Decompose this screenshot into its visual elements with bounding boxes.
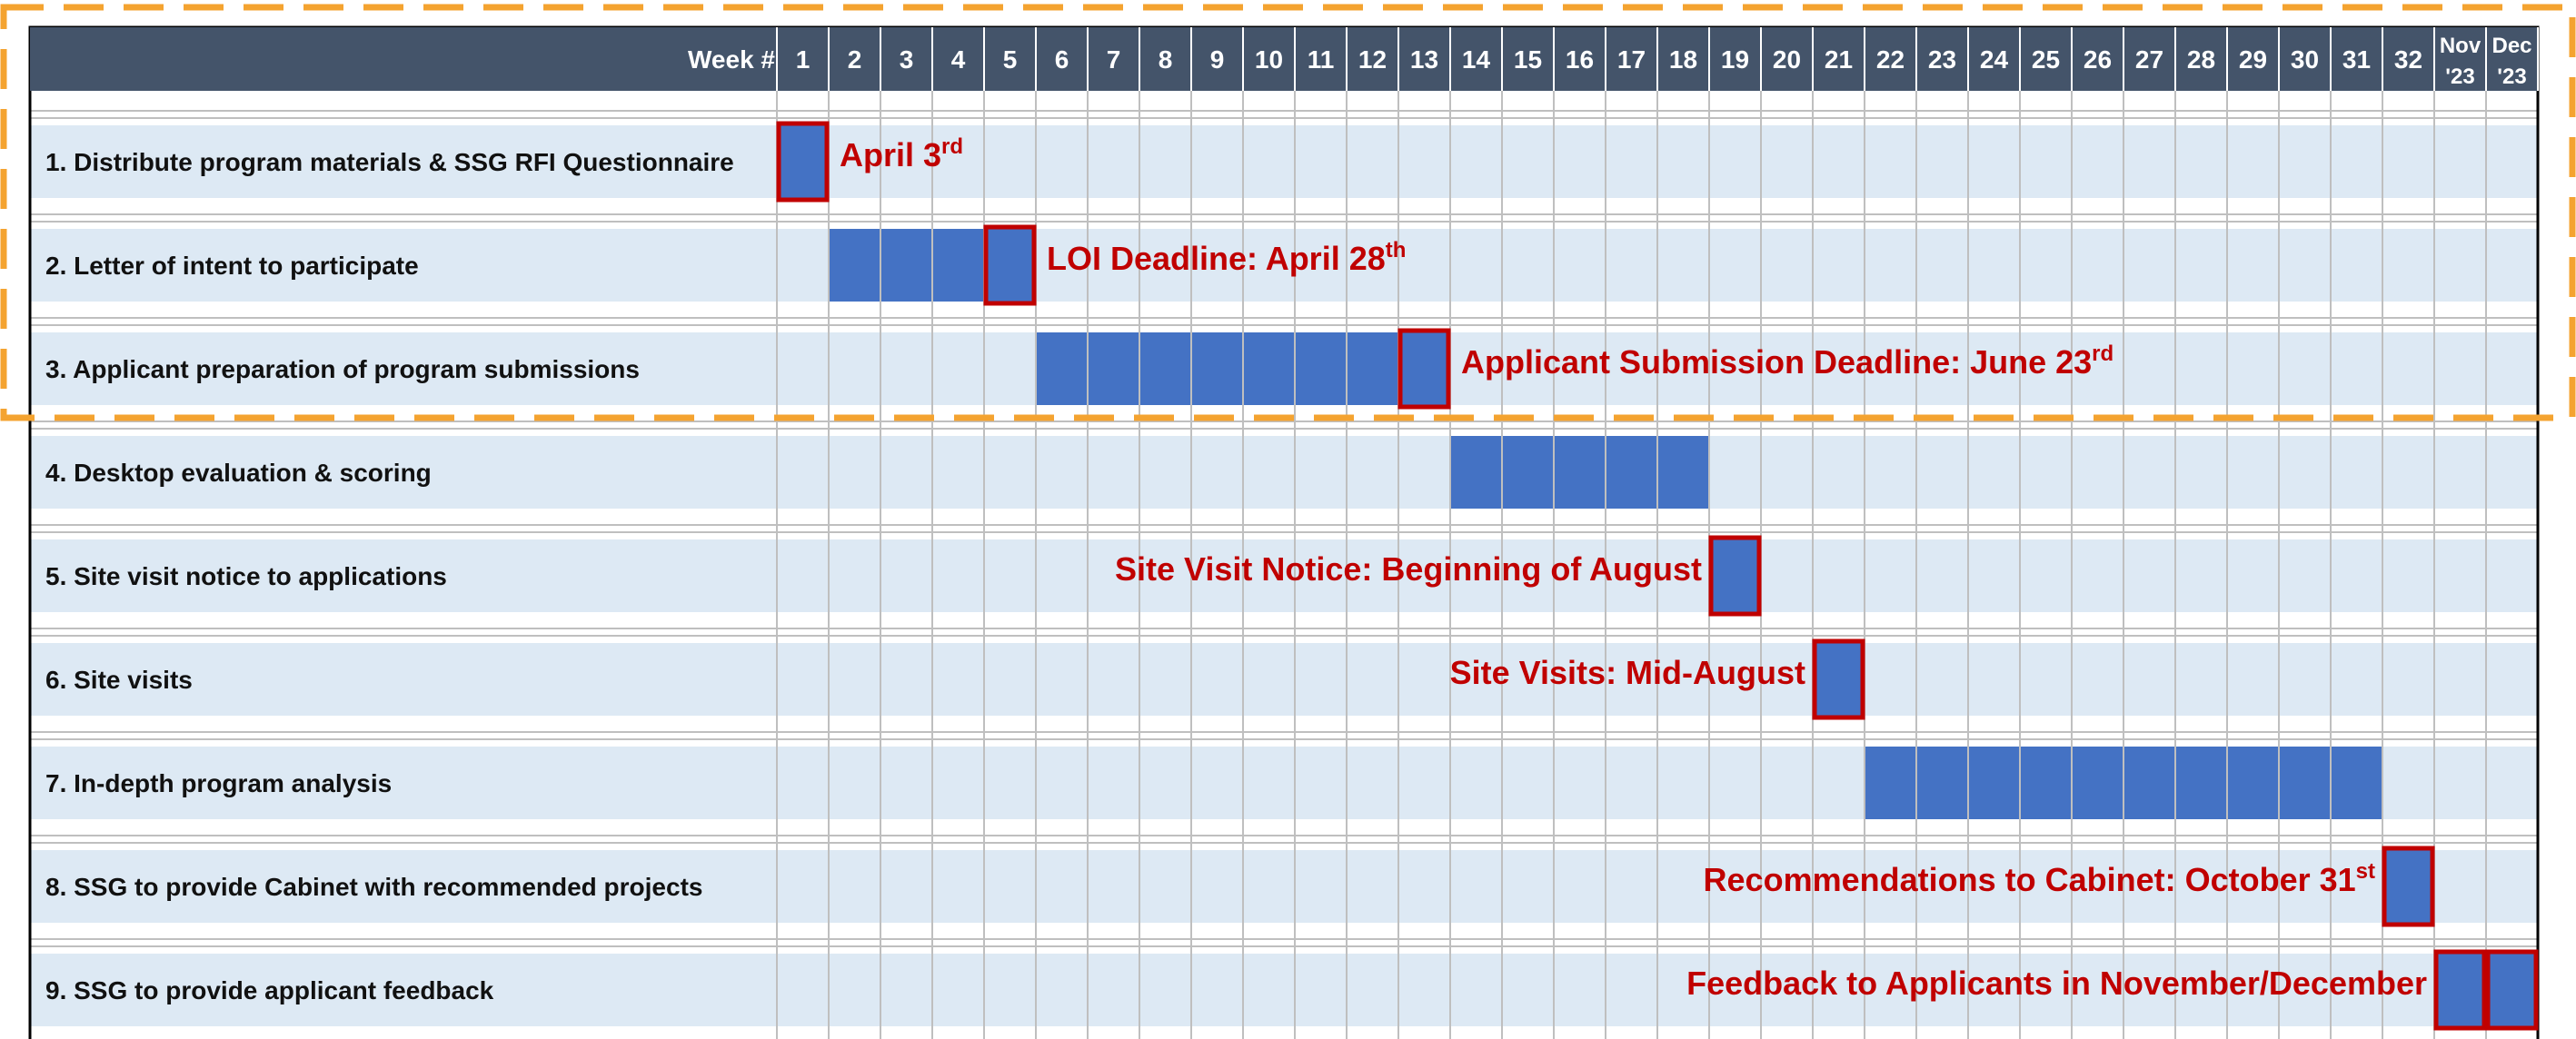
annotation-text: Site Visit Notice: Beginning of August	[1115, 550, 1702, 588]
week-column-label: 17	[1617, 45, 1646, 74]
week-column-label: 20	[1773, 45, 1801, 74]
week-column-label: 7	[1107, 45, 1121, 74]
week-column-label: Nov	[2440, 34, 2482, 58]
week-column-label: 22	[1876, 45, 1905, 74]
annotation-superscript: rd	[941, 134, 963, 159]
week-column-label: 10	[1255, 45, 1283, 74]
annotation-superscript: st	[2356, 859, 2375, 884]
task-bar	[777, 125, 829, 198]
week-column-label: 32	[2394, 45, 2422, 74]
week-column-label: 19	[1721, 45, 1749, 74]
milestone-annotation: Feedback to Applicants in November/Decem…	[1686, 965, 2427, 1002]
week-column-label: 21	[1825, 45, 1853, 74]
week-column-label: 15	[1514, 45, 1542, 74]
annotation-text: Recommendations to Cabinet: October 31	[1704, 861, 2356, 898]
week-column-label: 4	[951, 45, 966, 74]
week-column-label: 8	[1159, 45, 1173, 74]
annotation-text: Site Visits: Mid-August	[1450, 654, 1805, 691]
task-bar	[1709, 539, 1761, 612]
week-column-label: Dec	[2491, 34, 2531, 58]
header-label: Week #	[688, 45, 775, 74]
week-column-label: 12	[1358, 45, 1387, 74]
annotation-superscript: rd	[2092, 341, 2114, 366]
week-column-label: 18	[1669, 45, 1697, 74]
header-row: Week # 1 2 3 4 5 6 7 8 9 10 11 12 13 14 15 16 17 18 19 20 21…	[30, 27, 2539, 91]
week-column-label: 27	[2135, 45, 2163, 74]
task-label: 9. SSG to provide applicant feedback	[45, 976, 494, 1004]
task-label: 6. Site visits	[45, 666, 193, 694]
task-bar	[1450, 436, 1709, 509]
task-label: 2. Letter of intent to participate	[45, 252, 419, 280]
week-column-label: 14	[1462, 45, 1491, 74]
week-column-label: '23	[2497, 64, 2526, 89]
week-column-label: 2	[848, 45, 862, 74]
task-label: 4. Desktop evaluation & scoring	[45, 459, 432, 487]
annotation-text: Feedback to Applicants in November/Decem…	[1686, 965, 2427, 1002]
task-label: 5. Site visit notice to applications	[45, 562, 447, 590]
week-column-label: 25	[2032, 45, 2060, 74]
annotation-text: April 3	[840, 136, 941, 173]
week-column-label: 5	[1003, 45, 1018, 74]
task-label: 3. Applicant preparation of program subm…	[45, 355, 640, 383]
week-column-label: 23	[1928, 45, 1956, 74]
week-column-label: 29	[2239, 45, 2267, 74]
annotation-superscript: th	[1386, 238, 1407, 262]
milestone-annotation: LOI Deadline: April 28th	[1047, 238, 1406, 277]
task-label: 7. In-depth program analysis	[45, 769, 392, 797]
annotation-text: LOI Deadline: April 28	[1047, 240, 1386, 277]
week-column-label: '23	[2445, 64, 2474, 89]
task-label: 1. Distribute program materials & SSG RF…	[45, 148, 734, 176]
week-column-label: 9	[1210, 45, 1225, 74]
task-bar	[2382, 850, 2434, 923]
milestone-annotation: Recommendations to Cabinet: October 31st	[1704, 859, 2375, 898]
milestone-annotation: Applicant Submission Deadline: June 23rd	[1461, 341, 2114, 381]
week-column-label: 1	[796, 45, 811, 74]
task-bar	[1813, 643, 1865, 716]
week-column-label: 3	[900, 45, 914, 74]
milestone-annotation: Site Visits: Mid-August	[1450, 654, 1805, 691]
week-column-label: 31	[2342, 45, 2371, 74]
row-band	[30, 643, 2538, 716]
week-column-label: 6	[1055, 45, 1069, 74]
annotation-text: Applicant Submission Deadline: June 23	[1461, 343, 2092, 381]
week-column-label: 30	[2291, 45, 2319, 74]
week-column-label: 26	[2084, 45, 2112, 74]
week-column-label: 28	[2187, 45, 2215, 74]
task-label: 8. SSG to provide Cabinet with recommend…	[45, 873, 702, 901]
week-column-label: 16	[1566, 45, 1594, 74]
gantt-chart: Week # 1 2 3 4 5 6 7 8 9 10 11 12 13 14 15 16 17 18 19 20 21…	[0, 4, 2576, 1039]
week-column-label: 13	[1410, 45, 1438, 74]
week-column-label: 24	[1980, 45, 2009, 74]
week-column-label: 11	[1308, 45, 1335, 74]
milestone-annotation: Site Visit Notice: Beginning of August	[1115, 550, 1702, 588]
